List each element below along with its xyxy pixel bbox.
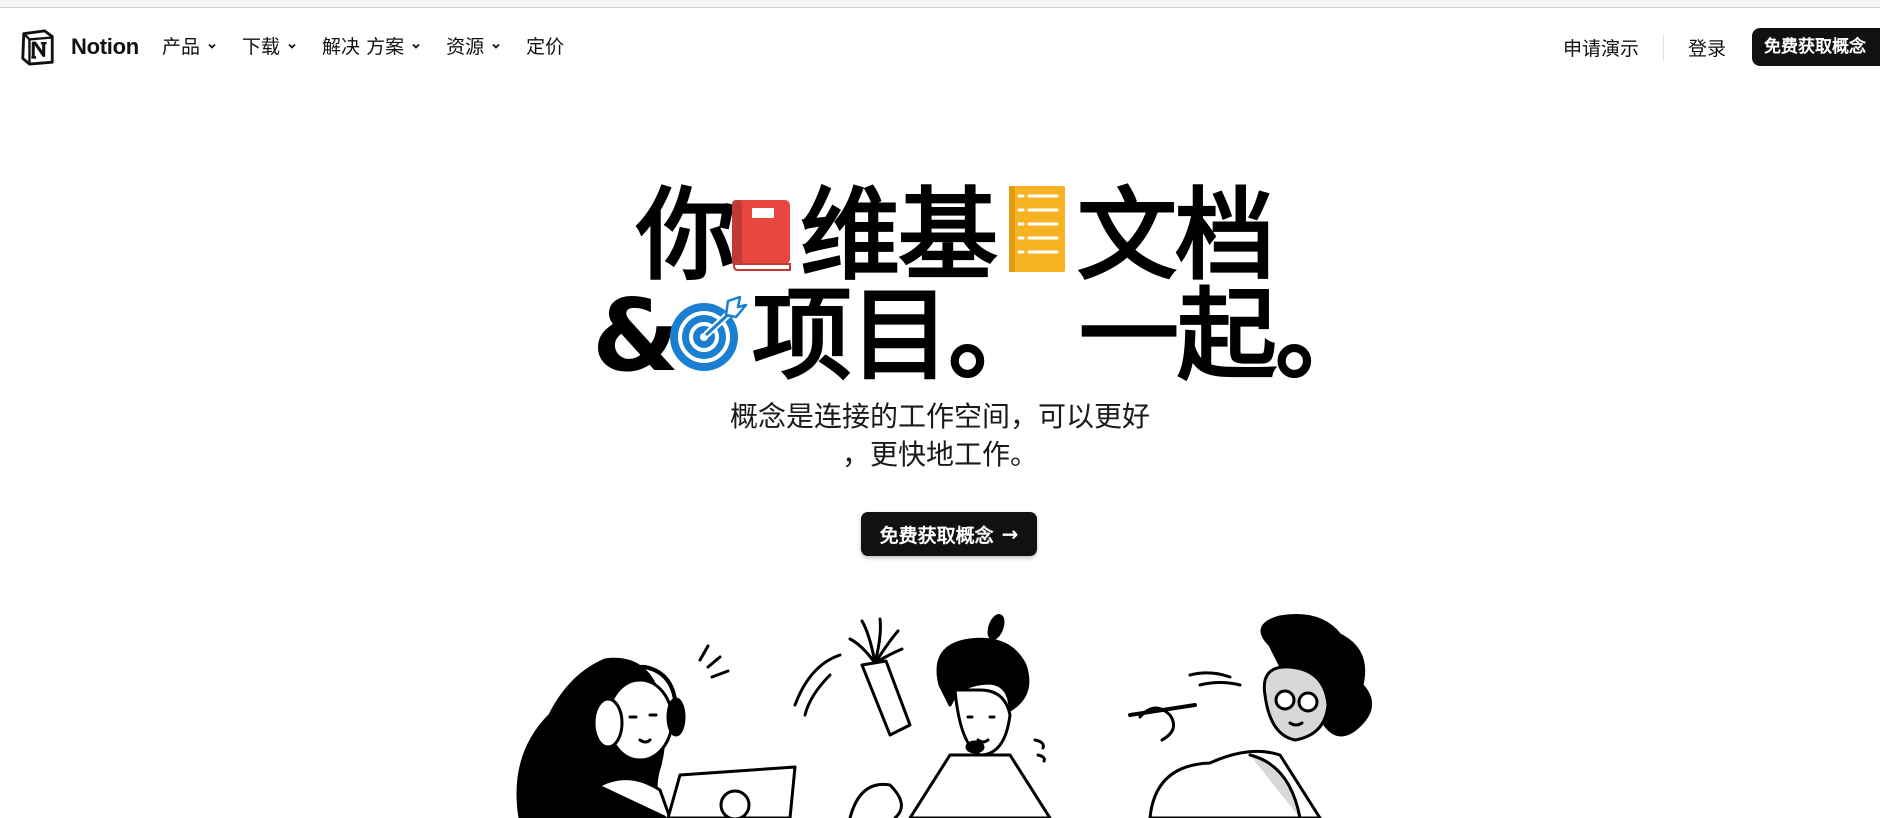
arrow-right-icon: → <box>1001 522 1019 546</box>
hero-subtitle-line2: ，更快地工作。 <box>841 438 1038 471</box>
headline-ampersand: & <box>592 277 679 394</box>
menu-item-download[interactable]: 下载 <box>242 32 298 59</box>
notion-logo-icon <box>21 29 54 66</box>
menu-item-pricing[interactable]: 定价 <box>526 32 564 59</box>
headline-projects-together: 项目。 一起。 <box>752 277 1375 394</box>
target-icon <box>670 295 748 371</box>
get-notion-free-button[interactable]: 免费获取概念 <box>1752 28 1880 66</box>
nav-divider <box>1662 34 1664 60</box>
brand-name: Notion <box>71 34 139 59</box>
menu-item-label: 解决 方案 <box>322 36 405 58</box>
menu-item-products[interactable]: 产品 <box>162 32 218 59</box>
hero-get-notion-free-button[interactable]: 免费获取概念 → <box>861 512 1037 556</box>
headline-word-docs: 文档 <box>1077 177 1275 294</box>
menu-item-resources[interactable]: 资源 <box>446 32 502 59</box>
request-demo-link[interactable]: 申请演示 <box>1563 34 1639 61</box>
menu-item-label: 定价 <box>526 36 565 58</box>
book-icon <box>732 200 791 271</box>
chevron-down-icon <box>412 43 420 49</box>
menu-item-solutions[interactable]: 解决 方案 <box>322 32 422 59</box>
notion-logo-link[interactable]: Notion <box>19 28 139 66</box>
login-link[interactable]: 登录 <box>1688 34 1726 61</box>
browser-top-edge <box>0 0 1880 8</box>
headline-word-your: 你 <box>636 177 736 294</box>
hero-cta-label: 免费获取概念 <box>879 524 994 547</box>
top-navigation: Notion 产品 下载 解决 方案 资源 定价 申请演示 登录 免费获取概念 <box>0 8 1880 84</box>
menu-item-label: 下载 <box>242 36 281 58</box>
headline-word-wiki: 维基 <box>800 177 998 294</box>
chevron-down-icon <box>208 43 216 49</box>
hero-subtitle: 概念是连接的工作空间，可以更好 ，更快地工作。 <box>0 398 1880 474</box>
hero-subtitle-line1: 概念是连接的工作空间，可以更好 <box>729 400 1150 433</box>
nav-actions: 申请演示 登录 免费获取概念 <box>1563 28 1880 66</box>
menu-item-label: 产品 <box>162 36 201 58</box>
main-menu: 产品 下载 解决 方案 资源 定价 <box>162 32 588 59</box>
chevron-down-icon <box>492 43 500 49</box>
team-illustration <box>516 613 1372 818</box>
menu-item-label: 资源 <box>446 36 485 58</box>
chevron-down-icon <box>288 43 296 49</box>
notepad-icon <box>1009 186 1065 272</box>
